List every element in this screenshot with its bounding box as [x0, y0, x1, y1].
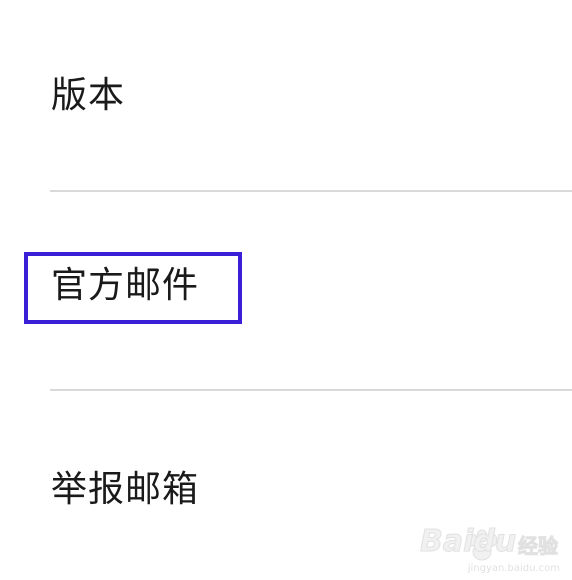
watermark-brand: Baidu [419, 524, 517, 560]
settings-item-label: 举报邮箱 [51, 469, 200, 510]
baidu-jingyan-watermark: Baidu 经验 jingyan.baidu.com [414, 506, 564, 576]
watermark-sub: 经验 [518, 534, 559, 559]
watermark-url: jingyan.baidu.com [467, 563, 560, 574]
divider [50, 389, 572, 391]
settings-item-label: 官方邮件 [51, 265, 200, 306]
settings-item-label: 版本 [51, 75, 126, 116]
settings-item-official-email[interactable]: 官方邮件 [0, 192, 572, 388]
settings-page: 版本 官方邮件 举报邮箱 Baidu 经验 jingyan.baidu.com [0, 0, 572, 580]
settings-item-version[interactable]: 版本 [0, 60, 572, 190]
